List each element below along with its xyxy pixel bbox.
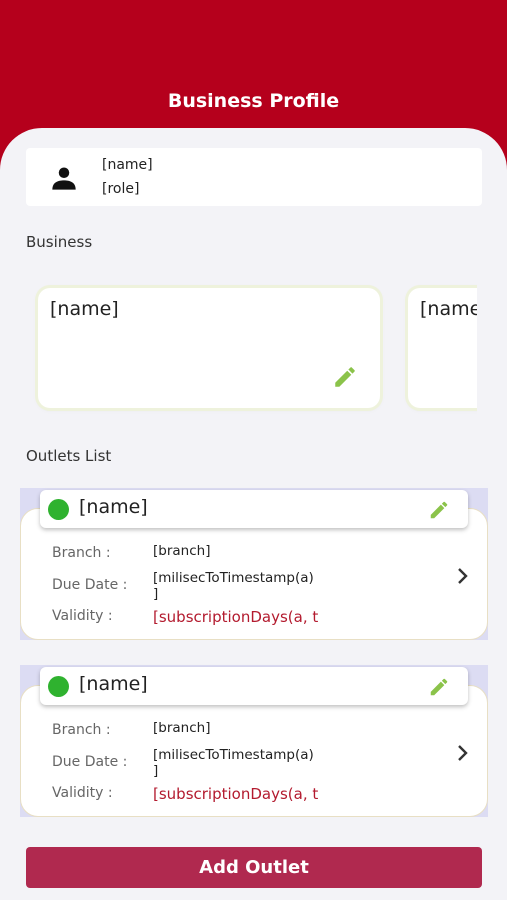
branch-label: Branch : xyxy=(52,722,111,738)
business-card[interactable]: [name] xyxy=(38,288,380,408)
validity-value: [subscriptionDays(a, t xyxy=(153,609,319,625)
due-date-value: [milisecToTimestamp(a) ] xyxy=(153,747,314,779)
outlet-name: [name] xyxy=(79,496,148,518)
validity-label: Validity : xyxy=(52,785,113,801)
branch-value: [branch] xyxy=(153,543,211,559)
branch-value: [branch] xyxy=(153,720,211,736)
due-date-line: [milisecToTimestamp(a) xyxy=(153,747,314,763)
user-card: [name] [role] xyxy=(26,148,482,206)
business-section-title: Business xyxy=(26,233,93,251)
due-date-label: Due Date : xyxy=(52,754,128,770)
outlet-card[interactable]: Branch : [branch] Due Date : [milisecToT… xyxy=(20,488,488,640)
person-icon xyxy=(52,167,76,190)
due-date-line: ] xyxy=(153,763,159,779)
due-date-line: ] xyxy=(153,586,159,602)
chevron-right-icon[interactable] xyxy=(457,567,469,585)
business-name: [name] xyxy=(50,298,119,320)
add-outlet-button[interactable]: Add Outlet xyxy=(26,847,482,888)
status-indicator xyxy=(48,499,69,520)
outlet-name: [name] xyxy=(79,673,148,695)
pencil-icon[interactable] xyxy=(428,499,450,521)
business-carousel[interactable]: [name] [name] xyxy=(30,282,477,414)
page-title: Business Profile xyxy=(167,90,340,112)
pencil-icon[interactable] xyxy=(428,676,450,698)
user-name: [name] xyxy=(102,157,153,173)
validity-label: Validity : xyxy=(52,608,113,624)
business-card[interactable]: [name] xyxy=(408,288,477,408)
due-date-label: Due Date : xyxy=(52,577,128,593)
business-name: [name] xyxy=(420,298,477,320)
chevron-right-icon[interactable] xyxy=(457,744,469,762)
due-date-line: [milisecToTimestamp(a) xyxy=(153,570,314,586)
outlet-card[interactable]: Branch : [branch] Due Date : [milisecToT… xyxy=(20,665,488,817)
status-indicator xyxy=(48,676,69,697)
user-role: [role] xyxy=(102,181,140,197)
outlets-section-title: Outlets List xyxy=(26,447,112,465)
outlet-header: [name] xyxy=(40,490,468,528)
pencil-icon[interactable] xyxy=(332,364,358,390)
branch-label: Branch : xyxy=(52,545,111,561)
validity-value: [subscriptionDays(a, t xyxy=(153,786,319,802)
due-date-value: [milisecToTimestamp(a) ] xyxy=(153,570,314,602)
outlet-header: [name] xyxy=(40,667,468,705)
